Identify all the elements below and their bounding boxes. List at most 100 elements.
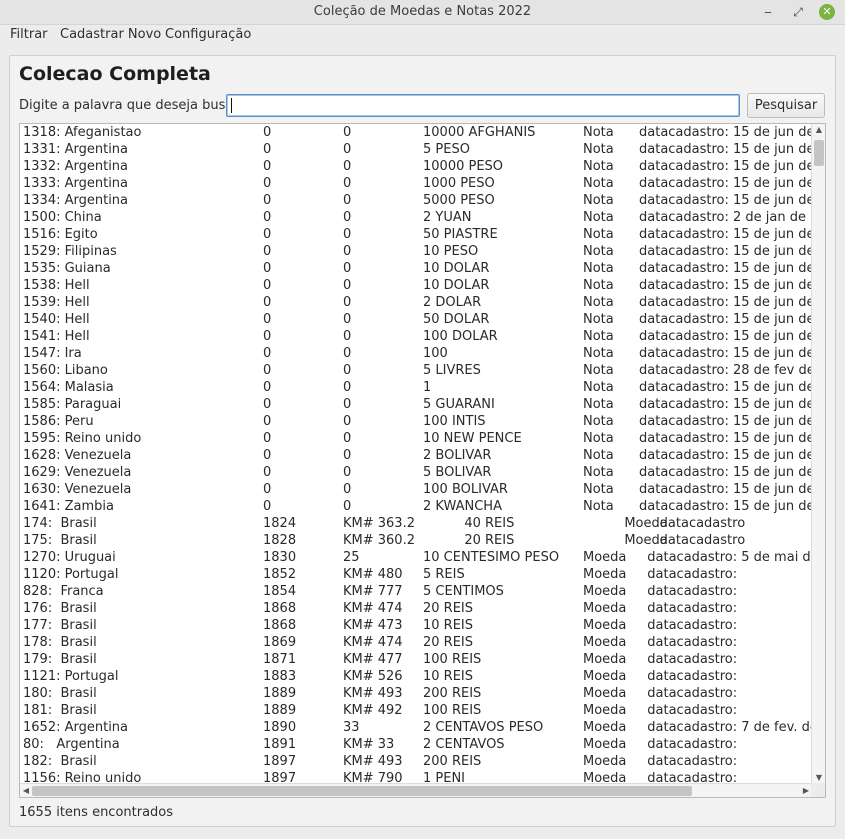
row-value: 5 CENTIMOS bbox=[423, 584, 504, 599]
list-item[interactable]: 1516: Egito 0 0 50 PIASTRE Nota datacadastro:… bbox=[20, 226, 812, 243]
list-item[interactable]: 1500: China 0 0 2 YUAN Nota datacadastro: 2 d… bbox=[20, 209, 812, 226]
row-id-country: 182: Brasil bbox=[23, 754, 97, 769]
list-item[interactable]: 179: Brasil 1871 KM# 477 100 REIS Moeda data… bbox=[20, 651, 812, 668]
row-id-country: 1334: Argentina bbox=[23, 193, 129, 208]
row-date: datacadastro: 28 de fev de bbox=[639, 363, 812, 378]
list-item[interactable]: 1547: Ira 0 0 100 Nota datacadastro: 15 de ju… bbox=[20, 345, 812, 362]
menu-cadastrar-novo[interactable]: Cadastrar Novo bbox=[60, 27, 161, 42]
list-item[interactable]: 1652: Argentina 1890 33 2 CENTAVOS PESO Moed… bbox=[20, 719, 812, 736]
list-item[interactable]: 1318: Afeganistao 0 0 10000 AFGHANIS Nota dat… bbox=[20, 124, 812, 141]
search-button[interactable]: Pesquisar bbox=[747, 93, 825, 118]
list-item[interactable]: 1560: Libano 0 0 5 LIVRES Nota datacadastro: … bbox=[20, 362, 812, 379]
row-catalog: KM# 360.2 bbox=[343, 533, 415, 548]
list-item[interactable]: 1333: Argentina 0 0 1000 PESO Nota datacadast… bbox=[20, 175, 812, 192]
row-date: datacadastro: 15 de jun de bbox=[639, 159, 812, 174]
list-item[interactable]: 1595: Reino unido 0 0 10 NEW PENCE Nota datac… bbox=[20, 430, 812, 447]
list-item[interactable]: 1270: Uruguai 1830 25 10 CENTESIMO PESO Moed… bbox=[20, 549, 812, 566]
row-type: Moeda bbox=[583, 720, 627, 735]
row-value: 10 REIS bbox=[423, 618, 474, 633]
row-year: 1868 bbox=[263, 618, 297, 633]
list-item[interactable]: 828: Franca 1854 KM# 777 5 CENTIMOS Moeda da… bbox=[20, 583, 812, 600]
list-item[interactable]: 178: Brasil 1869 KM# 474 20 REIS Moeda datac… bbox=[20, 634, 812, 651]
vertical-scroll-thumb[interactable] bbox=[814, 140, 824, 166]
row-catalog: 0 bbox=[343, 431, 352, 446]
list-item[interactable]: 177: Brasil 1868 KM# 473 10 REIS Moeda datac… bbox=[20, 617, 812, 634]
search-input[interactable] bbox=[226, 94, 740, 117]
list-item[interactable]: 1629: Venezuela 0 0 5 BOLIVAR Nota datacadast… bbox=[20, 464, 812, 481]
row-catalog: KM# 474 bbox=[343, 601, 403, 616]
list-item[interactable]: 1539: Hell 0 0 2 DOLAR Nota datacadastro: 15 … bbox=[20, 294, 812, 311]
row-date: datacadastro: bbox=[639, 567, 738, 582]
list-item[interactable]: 174: Brasil 1824 KM# 363.2 40 REIS Moeda d… bbox=[20, 515, 812, 532]
list-item[interactable]: 1332: Argentina 0 0 10000 PESO Nota datacadas… bbox=[20, 158, 812, 175]
row-year: 1871 bbox=[263, 652, 297, 667]
row-catalog: 0 bbox=[343, 261, 352, 276]
horizontal-scroll-thumb[interactable] bbox=[32, 786, 692, 796]
minimize-icon[interactable]: ‒ bbox=[759, 4, 777, 22]
list-item[interactable]: 182: Brasil 1897 KM# 493 200 REIS Moeda data… bbox=[20, 753, 812, 770]
row-catalog: 0 bbox=[343, 397, 352, 412]
list-item[interactable]: 180: Brasil 1889 KM# 493 200 REIS Moeda data… bbox=[20, 685, 812, 702]
row-date: datacadastro: bbox=[639, 686, 738, 701]
scroll-left-icon[interactable]: ◀ bbox=[20, 784, 32, 797]
row-date: datacadastro: 15 de jun de bbox=[639, 499, 812, 514]
row-year: 0 bbox=[263, 176, 272, 191]
list-item[interactable]: 1641: Zambia 0 0 2 KWANCHA Nota datacadastro:… bbox=[20, 498, 812, 515]
list-item[interactable]: 176: Brasil 1868 KM# 474 20 REIS Moeda datac… bbox=[20, 600, 812, 617]
list-item[interactable]: 181: Brasil 1889 KM# 492 100 REIS Moeda data… bbox=[20, 702, 812, 719]
row-year: 0 bbox=[263, 278, 272, 293]
close-icon[interactable]: ✕ bbox=[819, 4, 835, 20]
list-item[interactable]: 1334: Argentina 0 0 5000 PESO Nota datacadast… bbox=[20, 192, 812, 209]
list-item[interactable]: 1585: Paraguai 0 0 5 GUARANI Nota datacadastr… bbox=[20, 396, 812, 413]
row-date: datacadastro: 15 de jun de bbox=[639, 125, 812, 140]
list-item[interactable]: 1120: Portugal 1852 KM# 480 5 REIS Moeda dat… bbox=[20, 566, 812, 583]
row-id-country: 1629: Venezuela bbox=[23, 465, 132, 480]
horizontal-scrollbar[interactable]: ◀ ▶ bbox=[20, 783, 812, 797]
list-item[interactable]: 1586: Peru 0 0 100 INTIS Nota datacadastro: 1… bbox=[20, 413, 812, 430]
row-type: Nota bbox=[583, 312, 614, 327]
list-item[interactable]: 1535: Guiana 0 0 10 DOLAR Nota datacadastro: … bbox=[20, 260, 812, 277]
menu-configuracao[interactable]: Configuração bbox=[165, 27, 251, 42]
list-item[interactable]: 80: Argentina 1891 KM# 33 2 CENTAVOS Moeda d… bbox=[20, 736, 812, 753]
results-list[interactable]: 1318: Afeganistao 0 0 10000 AFGHANIS Nota dat… bbox=[19, 123, 826, 798]
row-id-country: 176: Brasil bbox=[23, 601, 97, 616]
row-value: 50 PIASTRE bbox=[423, 227, 498, 242]
row-catalog: 0 bbox=[343, 227, 352, 242]
row-year: 0 bbox=[263, 431, 272, 446]
menu-filtrar[interactable]: Filtrar bbox=[10, 27, 48, 42]
row-catalog: 0 bbox=[343, 295, 352, 310]
maximize-icon[interactable]: ⤢ bbox=[789, 4, 807, 22]
row-date: datacadastro bbox=[639, 516, 746, 531]
list-item[interactable]: 1628: Venezuela 0 0 2 BOLIVAR Nota datacadast… bbox=[20, 447, 812, 464]
row-year: 0 bbox=[263, 193, 272, 208]
row-date: datacadastro: 15 de jun de bbox=[639, 193, 812, 208]
scroll-up-icon[interactable]: ▲ bbox=[812, 124, 825, 136]
row-year: 1889 bbox=[263, 686, 297, 701]
row-date: datacadastro: bbox=[639, 584, 738, 599]
row-type: Moeda bbox=[583, 686, 627, 701]
list-item[interactable]: 1564: Malasia 0 0 1 Nota datacadastro: 15 de … bbox=[20, 379, 812, 396]
list-item[interactable]: 1540: Hell 0 0 50 DOLAR Nota datacadastro: 15… bbox=[20, 311, 812, 328]
row-type: Nota bbox=[583, 261, 614, 276]
results-rows: 1318: Afeganistao 0 0 10000 AFGHANIS Nota dat… bbox=[20, 124, 812, 784]
row-year: 1891 bbox=[263, 737, 297, 752]
row-type: Nota bbox=[583, 193, 614, 208]
list-item[interactable]: 1630: Venezuela 0 0 100 BOLIVAR Nota datacada… bbox=[20, 481, 812, 498]
vertical-scrollbar[interactable]: ▲ ▼ bbox=[811, 124, 825, 784]
row-date: datacadastro: bbox=[639, 669, 738, 684]
row-id-country: 1120: Portugal bbox=[23, 567, 119, 582]
search-label: Digite a palavra que deseja buscar bbox=[19, 98, 246, 113]
list-item[interactable]: 1121: Portugal 1883 KM# 526 10 REIS Moeda da… bbox=[20, 668, 812, 685]
row-year: 0 bbox=[263, 380, 272, 395]
list-item[interactable]: 1331: Argentina 0 0 5 PESO Nota datacadastro:… bbox=[20, 141, 812, 158]
row-catalog: 0 bbox=[343, 278, 352, 293]
row-id-country: 1541: Hell bbox=[23, 329, 90, 344]
list-item[interactable]: 1156: Reino unido 1897 KM# 790 1 PENI Moeda … bbox=[20, 770, 812, 784]
list-item[interactable]: 175: Brasil 1828 KM# 360.2 20 REIS Moeda d… bbox=[20, 532, 812, 549]
list-item[interactable]: 1541: Hell 0 0 100 DOLAR Nota datacadastro: 1… bbox=[20, 328, 812, 345]
row-id-country: 1270: Uruguai bbox=[23, 550, 116, 565]
row-id-country: 1560: Libano bbox=[23, 363, 108, 378]
list-item[interactable]: 1538: Hell 0 0 10 DOLAR Nota datacadastro: 15… bbox=[20, 277, 812, 294]
list-item[interactable]: 1529: Filipinas 0 0 10 PESO Nota datacadastro… bbox=[20, 243, 812, 260]
row-date: datacadastro: bbox=[639, 618, 738, 633]
